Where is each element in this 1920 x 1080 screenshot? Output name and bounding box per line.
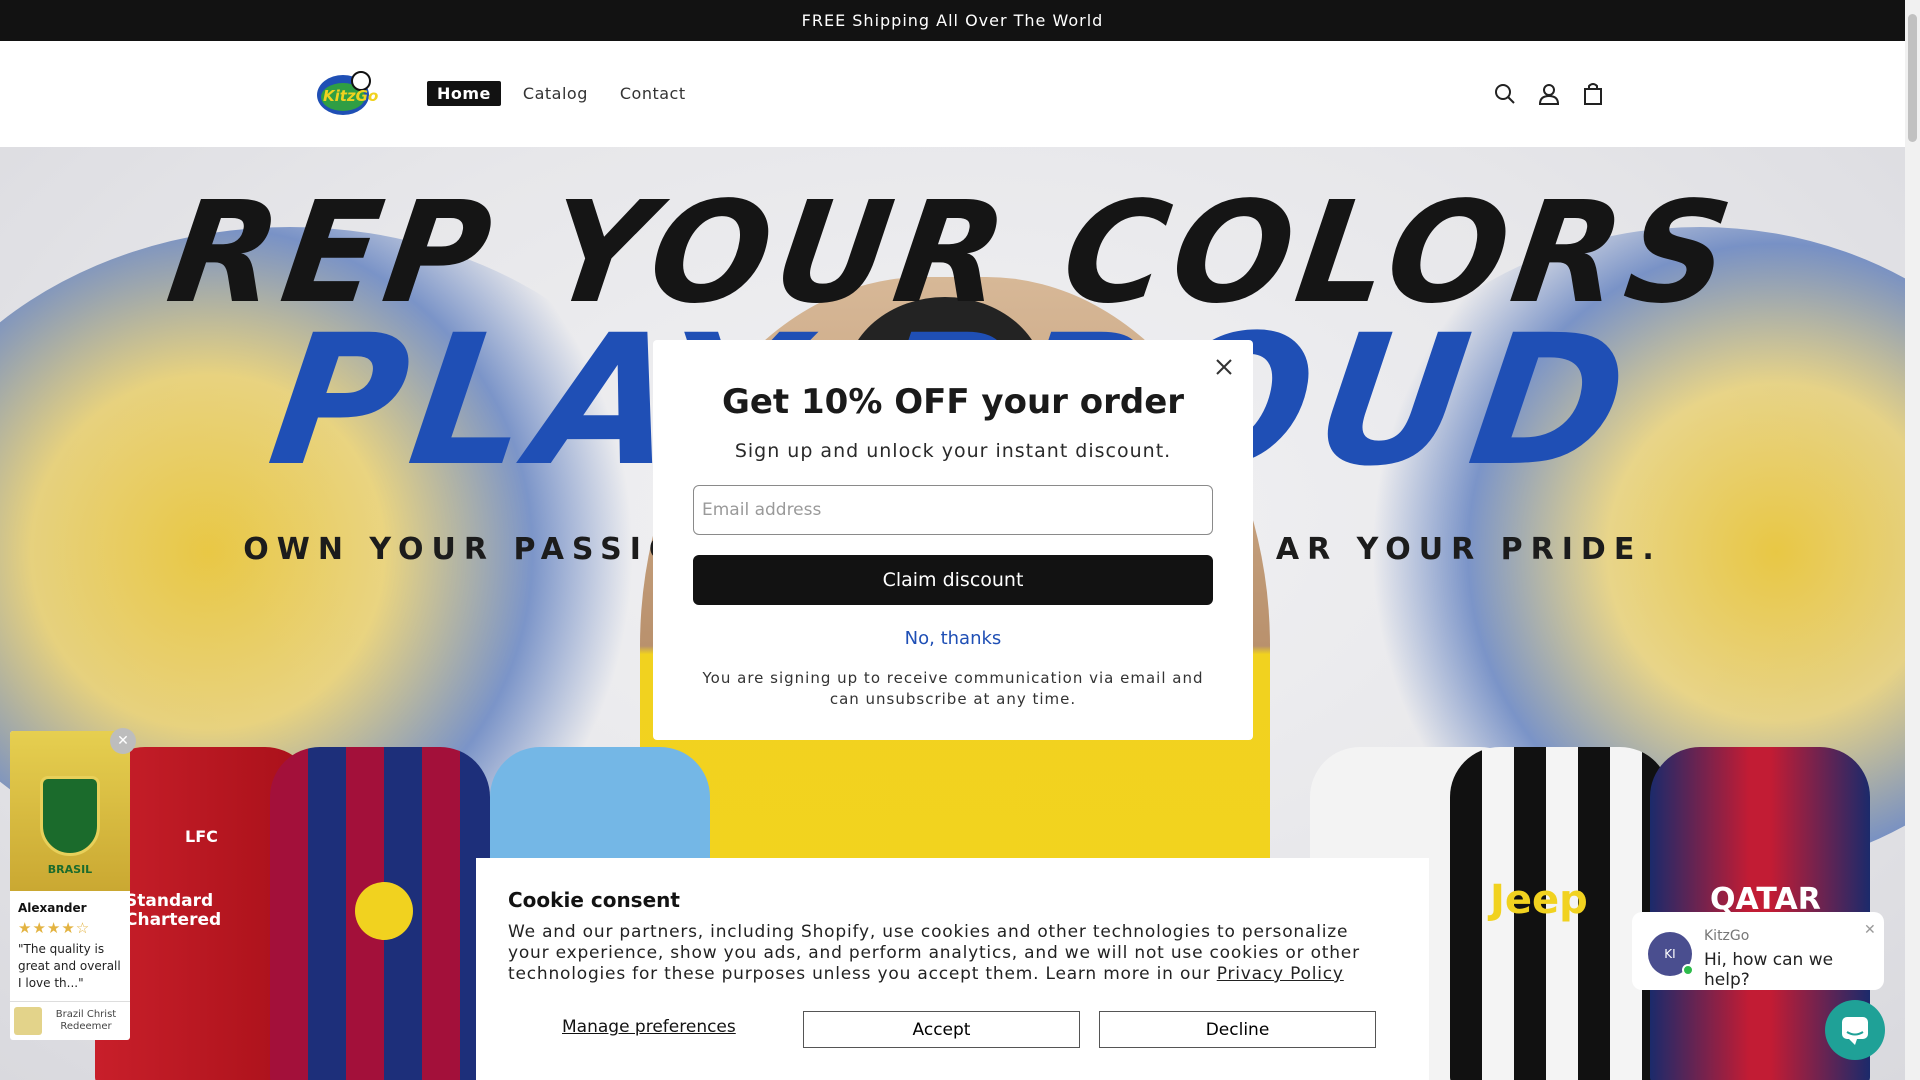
privacy-policy-link[interactable]: Privacy Policy xyxy=(1217,964,1344,984)
scrollbar[interactable] xyxy=(1905,0,1920,1080)
manage-preferences-link[interactable]: Manage preferences xyxy=(562,1017,736,1037)
cbf-crest-icon xyxy=(40,776,100,856)
review-widget[interactable]: BRASIL Alexander ★★★★☆ "The quality is g… xyxy=(10,731,130,1040)
accept-button[interactable]: Accept xyxy=(803,1011,1080,1048)
chat-message: Hi, how can we help? xyxy=(1704,950,1834,990)
email-field[interactable] xyxy=(693,485,1213,535)
decline-button[interactable]: Decline xyxy=(1099,1011,1376,1048)
product-thumbnail xyxy=(14,1007,42,1035)
close-icon[interactable] xyxy=(1209,352,1239,382)
chat-agent-name: KitzGo xyxy=(1704,928,1750,944)
chat-icon xyxy=(1842,1017,1868,1045)
no-thanks-link[interactable]: No, thanks xyxy=(653,628,1253,649)
discount-popup: Get 10% OFF your order Sign up and unloc… xyxy=(653,340,1253,740)
claim-discount-button[interactable]: Claim discount xyxy=(693,555,1213,605)
cookie-text: We and our partners, including Shopify, … xyxy=(508,922,1393,985)
popup-title: Get 10% OFF your order xyxy=(721,382,1185,422)
crest-label: BRASIL xyxy=(47,863,93,876)
chat-launcher-button[interactable] xyxy=(1825,1000,1885,1060)
scrollbar-thumb[interactable] xyxy=(1908,14,1917,142)
popup-fine-print: You are signing up to receive communicat… xyxy=(702,669,1204,708)
chat-greeting-bubble[interactable]: KI KitzGo Hi, how can we help? ✕ xyxy=(1632,912,1884,990)
chat-close-icon[interactable]: ✕ xyxy=(1864,922,1876,938)
star-rating: ★★★★☆ xyxy=(18,919,91,937)
popup-subtitle: Sign up and unlock your instant discount… xyxy=(734,440,1172,462)
cookie-consent-banner: Cookie consent We and our partners, incl… xyxy=(476,858,1429,1080)
online-status-dot xyxy=(1682,964,1694,976)
review-product-name: Brazil Christ Redeemer xyxy=(55,1009,117,1032)
reviewer-name: Alexander xyxy=(18,901,87,915)
review-text: "The quality is great and overall I love… xyxy=(18,942,121,990)
cookie-title: Cookie consent xyxy=(508,888,680,912)
review-close-icon[interactable]: ✕ xyxy=(110,728,136,754)
review-product-link[interactable]: Brazil Christ Redeemer xyxy=(10,1001,130,1040)
